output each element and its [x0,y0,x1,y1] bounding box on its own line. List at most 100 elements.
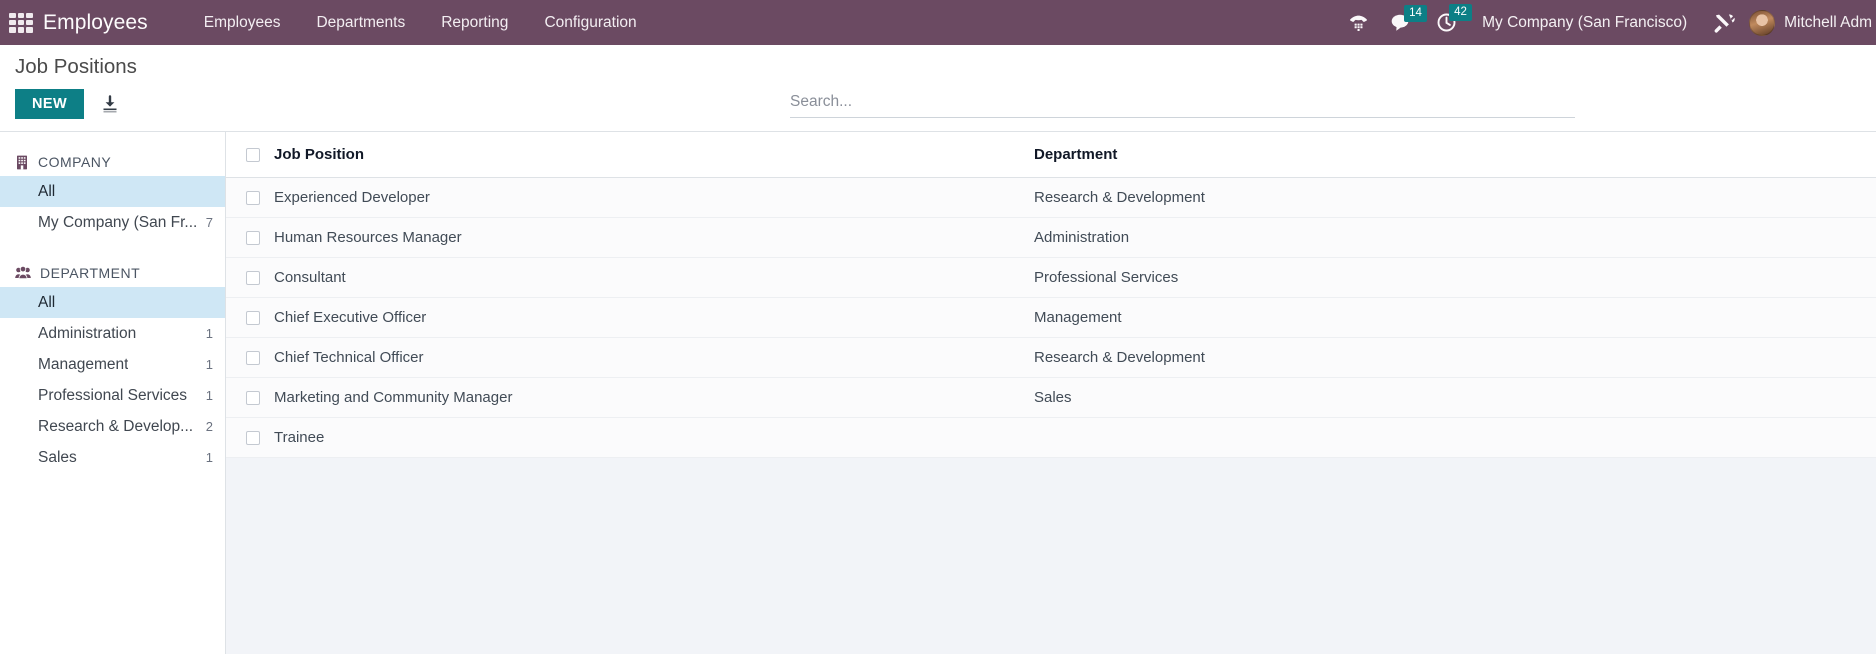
user-name-label: Mitchell Adm [1784,13,1872,31]
select-all-header [226,132,274,178]
sidebar-item-count: 7 [205,215,213,230]
cell-job-position: Experienced Developer [274,177,1034,218]
apps-grid-icon[interactable] [9,12,33,33]
row-checkbox[interactable] [246,271,260,286]
job-positions-list: Job Position Department Experienced Deve… [226,132,1876,654]
messages-icon[interactable]: 14 [1391,4,1427,33]
job-positions-table: Job Position Department Experienced Deve… [226,132,1876,458]
nav-item-employees[interactable]: Employees [186,0,299,45]
cell-job-position: Human Resources Manager [274,217,1034,258]
row-checkbox[interactable] [246,191,260,206]
row-checkbox[interactable] [246,431,260,446]
sidebar-item-department-sales[interactable]: Sales 1 [0,442,225,473]
sidebar-section-department: DEPARTMENT [0,259,225,287]
row-select-cell [226,297,274,338]
select-all-checkbox[interactable] [246,148,260,163]
table-body: Experienced Developer Research & Develop… [226,177,1876,458]
app-brand-employees[interactable]: Employees [43,11,148,35]
new-button[interactable]: NEW [15,89,85,119]
sidebar-divider [0,238,225,259]
sidebar-section-company-label: COMPANY [38,154,112,170]
company-switcher[interactable]: My Company (San Francisco) [1482,14,1687,32]
sidebar-item-department-all[interactable]: All [0,287,225,318]
control-panel: Job Positions NEW Filters [0,45,1876,158]
import-download-icon[interactable] [101,94,119,114]
table-row[interactable]: Chief Technical Officer Research & Devel… [226,337,1876,378]
cell-job-position: Marketing and Community Manager [274,377,1034,418]
cell-department: Sales [1034,377,1876,418]
building-icon [15,155,29,170]
search-input[interactable] [790,93,1575,111]
sidebar-item-count: 2 [205,419,213,434]
sidebar-item-company-my-company[interactable]: My Company (San Fr... 7 [0,207,225,238]
sidebar-item-count: 1 [205,388,213,403]
cell-department [1034,417,1876,458]
cell-job-position: Trainee [274,417,1034,458]
sidebar-item-label: All [38,183,56,200]
search-view [790,93,1575,118]
row-select-cell [226,377,274,418]
table-header-row: Job Position Department [226,132,1876,178]
sidebar-item-department-research-development[interactable]: Research & Develop... 2 [0,411,225,442]
table-row[interactable]: Trainee [226,417,1876,458]
search-panel-sidebar: COMPANY All My Company (San Fr... 7 DEPA… [0,132,226,654]
sidebar-item-label: Management [38,356,129,373]
sidebar-item-label: Professional Services [38,387,188,404]
cell-department: Management [1034,297,1876,338]
content-area: COMPANY All My Company (San Fr... 7 DEPA… [0,132,1876,654]
column-header-department[interactable]: Department [1034,132,1876,178]
cell-department: Administration [1034,217,1876,258]
control-panel-actions: NEW [15,89,119,119]
user-avatar [1749,9,1776,36]
row-checkbox[interactable] [246,351,260,366]
sidebar-item-count: 1 [205,450,213,465]
table-row[interactable]: Marketing and Community Manager Sales [226,377,1876,418]
cell-department: Research & Development [1034,177,1876,218]
sidebar-item-company-all[interactable]: All [0,176,225,207]
table-empty-space [226,458,1876,654]
cell-job-position: Chief Executive Officer [274,297,1034,338]
messages-badge: 14 [1404,4,1427,22]
cell-job-position: Consultant [274,257,1034,298]
table-row[interactable]: Experienced Developer Research & Develop… [226,177,1876,218]
phone-dialpad-icon[interactable] [1348,13,1369,32]
row-select-cell [226,417,274,458]
sidebar-item-department-management[interactable]: Management 1 [0,349,225,380]
table-row[interactable]: Human Resources Manager Administration [226,217,1876,258]
sidebar-item-label: My Company (San Fr... [38,214,198,231]
cell-department: Professional Services [1034,257,1876,298]
tools-wrench-icon[interactable] [1713,12,1735,34]
page-title: Job Positions [15,55,137,78]
sidebar-section-company: COMPANY [0,148,225,176]
table-header: Job Position Department [226,132,1876,178]
column-header-job-position[interactable]: Job Position [274,132,1034,178]
navbar-systray: 14 42 My Company (San Francisco) Mitchel… [1337,0,1876,45]
sidebar-item-label: All [38,294,56,311]
sidebar-item-label: Research & Develop... [38,418,194,435]
sidebar-item-department-professional-services[interactable]: Professional Services 1 [0,380,225,411]
row-checkbox[interactable] [246,311,260,326]
activities-badge: 42 [1449,4,1472,21]
row-select-cell [226,177,274,218]
row-select-cell [226,337,274,378]
row-select-cell [226,257,274,298]
top-navbar: Employees Employees Departments Reportin… [0,0,1876,45]
cell-job-position: Chief Technical Officer [274,337,1034,378]
sidebar-item-label: Sales [38,449,77,466]
table-row[interactable]: Consultant Professional Services [226,257,1876,298]
sidebar-item-department-administration[interactable]: Administration 1 [0,318,225,349]
users-group-icon [15,266,31,280]
row-select-cell [226,217,274,258]
nav-item-reporting[interactable]: Reporting [423,0,526,45]
nav-item-configuration[interactable]: Configuration [526,0,654,45]
cell-department: Research & Development [1034,337,1876,378]
sidebar-item-count: 1 [205,357,213,372]
nav-item-departments[interactable]: Departments [298,0,423,45]
user-menu[interactable]: Mitchell Adm [1749,9,1876,36]
row-checkbox[interactable] [246,391,260,406]
sidebar-item-count: 1 [205,326,213,341]
row-checkbox[interactable] [246,231,260,246]
table-row[interactable]: Chief Executive Officer Management [226,297,1876,338]
activities-clock-icon[interactable]: 42 [1436,4,1472,33]
sidebar-item-label: Administration [38,325,137,342]
